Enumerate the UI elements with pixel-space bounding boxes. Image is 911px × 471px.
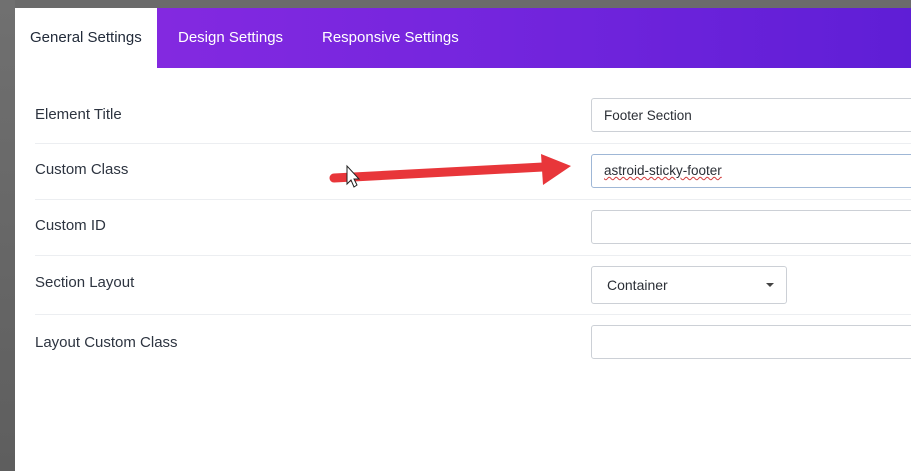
section-layout-value: Container [607,277,668,293]
custom-id-label: Custom ID [35,217,106,234]
backdrop [0,0,15,471]
custom-class-label: Custom Class [35,161,129,178]
section-layout-select[interactable]: Container [591,266,787,304]
section-layout-label: Section Layout [35,274,135,291]
chevron-down-icon [766,283,774,287]
tab-bar: General Settings Design Settings Respons… [15,8,911,68]
settings-modal: General Settings Design Settings Respons… [15,8,911,471]
custom-class-input[interactable]: astroid-sticky-footer [591,154,911,188]
element-title-label: Element Title [35,106,122,123]
layout-custom-class-input[interactable] [591,325,911,359]
custom-id-input[interactable] [591,210,911,244]
custom-class-value: astroid-sticky-footer [604,163,722,178]
form-row-custom-class: Custom Class astroid-sticky-footer [35,143,911,200]
form-row-section-layout: Section Layout Container [35,255,911,315]
element-title-input[interactable] [591,98,911,132]
layout-custom-class-label: Layout Custom Class [35,334,178,351]
tab-design-settings[interactable]: Design Settings [163,8,298,68]
tab-responsive-settings[interactable]: Responsive Settings [307,8,474,68]
form-row-element-title: Element Title [35,91,911,144]
tab-general-settings[interactable]: General Settings [15,8,157,68]
form-row-custom-id: Custom ID [35,199,911,256]
form-row-layout-custom-class: Layout Custom Class [35,314,911,376]
